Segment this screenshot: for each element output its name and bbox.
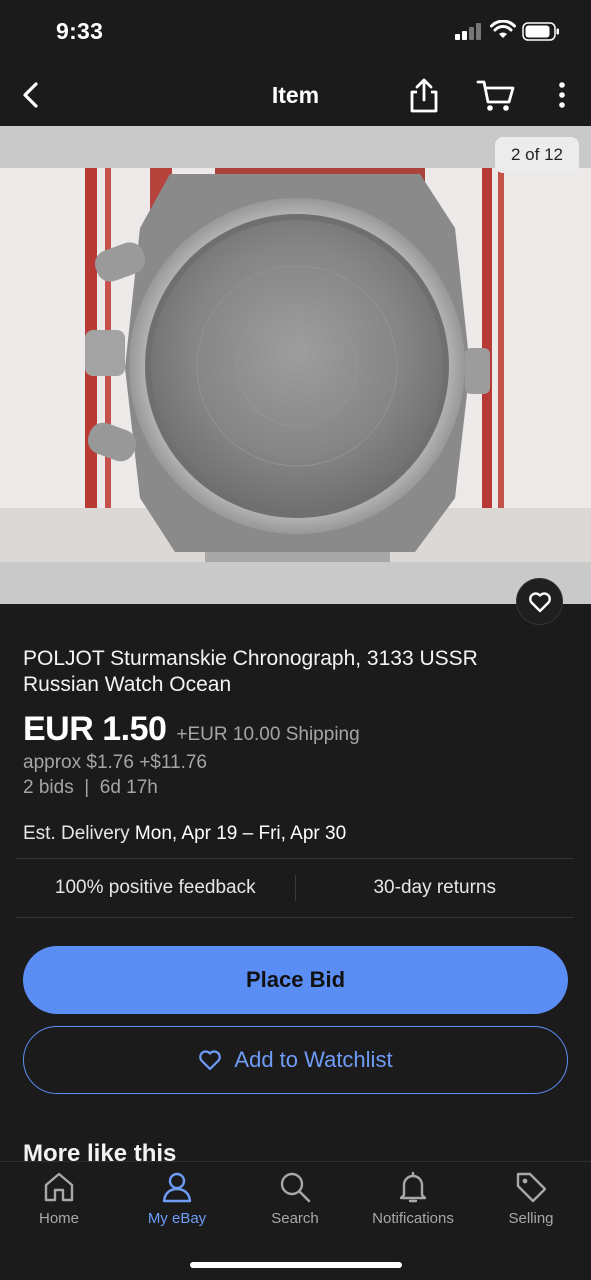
- price-row: EUR 1.50 +EUR 10.00 Shipping: [23, 710, 360, 749]
- approx-price: approx $1.76 +$11.76: [23, 752, 207, 773]
- tab-selling[interactable]: Selling: [472, 1170, 590, 1227]
- image-gallery[interactable]: 2 of 12: [0, 126, 591, 604]
- tab-notifications[interactable]: Notifications: [354, 1170, 472, 1227]
- cellular-signal-icon: [455, 22, 483, 40]
- estimated-delivery: Est. Delivery Mon, Apr 19 – Fri, Apr 30: [23, 823, 346, 845]
- battery-icon: [522, 22, 559, 41]
- image-counter-badge: 2 of 12: [495, 137, 579, 173]
- share-icon[interactable]: [407, 76, 441, 114]
- returns-policy[interactable]: 30-day returns: [296, 877, 575, 899]
- item-title: POLJOT Sturmanskie Chronograph, 3133 USS…: [23, 647, 478, 696]
- tab-search[interactable]: Search: [236, 1170, 354, 1227]
- bids-separator: |: [78, 777, 95, 798]
- heart-outline-icon: [199, 1050, 222, 1071]
- tab-label: Home: [38, 1210, 79, 1227]
- bids-info: 2 bids | 6d 17h: [23, 777, 158, 799]
- status-time: 9:33: [56, 18, 104, 44]
- heart-icon: [528, 591, 551, 612]
- wifi-icon: [490, 20, 516, 38]
- item-price: EUR 1.50: [23, 710, 167, 748]
- search-icon: [280, 1172, 311, 1203]
- place-bid-button[interactable]: Place Bid: [23, 946, 568, 1014]
- add-to-watchlist-button[interactable]: Add to Watchlist: [23, 1026, 568, 1094]
- cart-icon[interactable]: [476, 76, 516, 114]
- watchlist-label: Add to Watchlist: [234, 1047, 393, 1072]
- delivery-dates: Mon, Apr 19 – Fri, Apr 30: [134, 823, 347, 844]
- tab-label: Notifications: [372, 1210, 454, 1227]
- bid-count[interactable]: 2 bids: [23, 777, 74, 798]
- status-bar: 9:33: [0, 0, 591, 64]
- home-indicator: [190, 1262, 402, 1268]
- tag-icon: [516, 1172, 547, 1203]
- tab-label: Search: [271, 1210, 319, 1227]
- tab-home[interactable]: Home: [0, 1170, 118, 1227]
- positive-feedback[interactable]: 100% positive feedback: [16, 877, 295, 899]
- bell-icon: [399, 1171, 427, 1203]
- delivery-label: Est. Delivery: [23, 823, 130, 844]
- more-options-icon[interactable]: [552, 78, 572, 112]
- time-left: 6d 17h: [99, 777, 158, 798]
- top-navigation-bar: Item: [0, 64, 591, 126]
- tab-my-ebay[interactable]: My eBay: [118, 1170, 236, 1227]
- feature-strip: 100% positive feedback 30-day returns: [16, 859, 574, 917]
- person-icon: [162, 1172, 192, 1203]
- shipping-cost: +EUR 10.00 Shipping: [176, 724, 360, 745]
- watch-heart-button[interactable]: [516, 578, 563, 625]
- divider: [16, 917, 574, 918]
- tab-label: Selling: [508, 1210, 554, 1227]
- tab-label: My eBay: [147, 1210, 207, 1227]
- watch-back-photo[interactable]: [0, 168, 591, 562]
- home-icon: [44, 1172, 74, 1202]
